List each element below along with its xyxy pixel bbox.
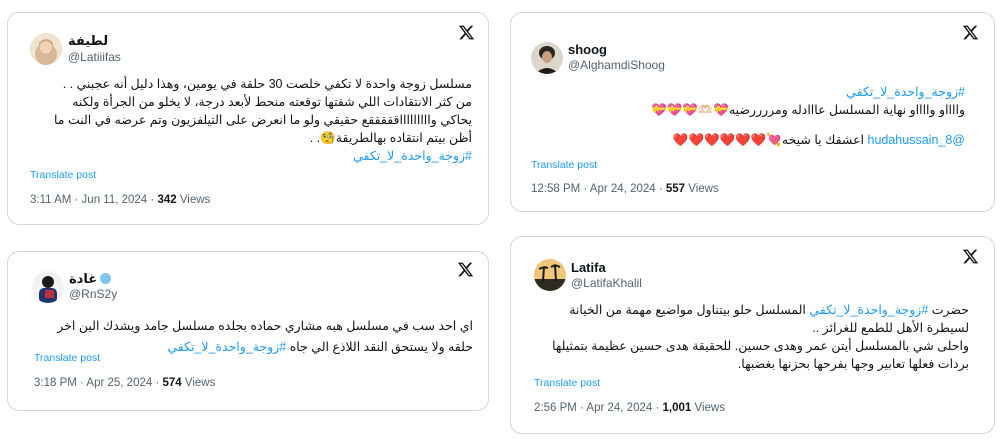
- hearts-emoji: ❤️❤️❤️❤️❤️❤️: [672, 133, 767, 147]
- blue-heart-icon: [100, 273, 112, 284]
- avatar-image: [531, 42, 563, 74]
- x-logo-icon[interactable]: [458, 24, 475, 41]
- post-text-line: واحلى شي بالمسلسل أيتن عمر وهدى حسين. لل…: [552, 339, 969, 353]
- post-text: #زوجة_واحدة_لا_تكفي وااااو وااااو نهاية …: [520, 83, 965, 149]
- user-handle[interactable]: @RnS2y: [69, 287, 117, 301]
- post-text: مسلسل زوجة واحدة لا تكفي خلصت 30 حلقة في…: [17, 75, 472, 165]
- post-meta: 2:56 PM · Apr 24, 2024 · 1,001 Views: [534, 402, 725, 414]
- avatar-image: [534, 259, 566, 291]
- post-text-line: حلقه ولا يستحق النقد اللاذع الي جاه: [289, 340, 473, 354]
- x-logo-icon[interactable]: [962, 24, 979, 41]
- translate-post-link[interactable]: Translate post: [30, 169, 96, 181]
- post-timestamp[interactable]: 2:56 PM · Apr 24, 2024 ·: [534, 402, 663, 414]
- views-count: 342: [157, 194, 177, 206]
- hashtag-link[interactable]: #زوجة_واحدة_لا_تكفي: [846, 85, 965, 99]
- post-text-line: حضرت: [928, 303, 969, 317]
- user-handle[interactable]: @Latiiifas: [68, 50, 121, 64]
- views-label: Views: [176, 194, 211, 206]
- post-card-latifakhalil[interactable]: Latifa @LatifaKhalil حضرت #زوجة_واحدة_لا…: [510, 236, 995, 434]
- post-meta: 3:11 AM · Jun 11, 2024 · 342 Views: [30, 194, 210, 206]
- post-text-line: مسلسل زوجة واحدة لا تكفي خلصت 30 حلقة في…: [62, 77, 472, 91]
- post-text-line: اعشقك يا شيخه💘: [766, 133, 868, 147]
- avatar[interactable]: [30, 33, 62, 65]
- user-handle[interactable]: @AlghamdiShoog: [568, 58, 665, 72]
- post-timestamp[interactable]: 3:11 AM · Jun 11, 2024 ·: [30, 194, 157, 206]
- avatar[interactable]: [534, 259, 566, 291]
- post-timestamp[interactable]: 12:58 PM · Apr 24, 2024 ·: [531, 183, 666, 195]
- post-text-line: أظن بيتم انتقاده بهالطريقة🧐. .: [309, 131, 472, 145]
- post-text-line: من كثر الانتقادات اللي شفتها توقعته منحط…: [72, 95, 472, 109]
- display-name[interactable]: لطيفة: [68, 33, 108, 49]
- post-card-rns2y[interactable]: غادة @RnS2y اي احد سب في مسلسل هبه مشاري…: [7, 251, 489, 411]
- views-label: Views: [181, 377, 216, 389]
- translate-post-link[interactable]: Translate post: [531, 159, 597, 171]
- views-label: Views: [691, 402, 725, 414]
- views-label: Views: [685, 183, 719, 195]
- post-text-line: بردات فعلها تعابير وجها بفرحها بحزنها بغ…: [737, 357, 969, 371]
- post-card-latiiifas[interactable]: لطيفة @Latiiifas مسلسل زوجة واحدة لا تكف…: [7, 12, 489, 225]
- avatar-image: [30, 33, 62, 65]
- post-meta: 3:18 PM · Apr 25, 2024 · 574 Views: [34, 377, 215, 389]
- x-logo-icon[interactable]: [457, 261, 474, 278]
- translate-post-link[interactable]: Translate post: [534, 377, 600, 389]
- post-text-line: لسيطرة الأهل للطمع للغرائز ..: [812, 321, 969, 335]
- avatar-image: [32, 271, 64, 303]
- views-count: 557: [665, 183, 686, 195]
- hashtag-link[interactable]: #زوجة_واحدة_لا_تكفي: [809, 303, 928, 317]
- post-text-line: يحاكي واااااااااقققققع حقيقي ولو ما انعر…: [53, 113, 472, 127]
- display-name[interactable]: غادة: [69, 271, 112, 287]
- post-text-line: وااااو وااااو نهاية المسلسل عااادله ومرر…: [651, 103, 965, 117]
- hashtag-link[interactable]: #زوجة_واحدة_لا_تكفي: [167, 340, 286, 354]
- x-logo-icon[interactable]: [962, 248, 979, 265]
- hashtag-link[interactable]: #زوجة_واحدة_لا_تكفي: [353, 149, 472, 163]
- post-card-alghamdishoog[interactable]: shoog @AlghamdiShoog #زوجة_واحدة_لا_تكفي…: [510, 12, 995, 212]
- display-name[interactable]: Latifa: [571, 260, 606, 275]
- translate-post-link[interactable]: Translate post: [34, 352, 100, 364]
- post-timestamp[interactable]: 3:18 PM · Apr 25, 2024 ·: [34, 377, 163, 389]
- post-text-line: اي احد سب في مسلسل هبه مشاري حماده بجلده…: [57, 319, 473, 333]
- views-count: 1,001: [662, 402, 692, 414]
- mention-link[interactable]: @hudahussain_8: [868, 133, 966, 147]
- avatar[interactable]: [531, 42, 563, 74]
- display-name[interactable]: shoog: [568, 42, 607, 57]
- user-handle[interactable]: @LatifaKhalil: [571, 276, 642, 290]
- post-text: حضرت #زوجة_واحدة_لا_تكفي المسلسل حلو بيت…: [519, 301, 969, 373]
- views-count: 574: [162, 377, 182, 389]
- display-name-text: غادة: [69, 271, 98, 286]
- avatar[interactable]: [32, 271, 64, 303]
- post-meta: 12:58 PM · Apr 24, 2024 · 557 Views: [531, 183, 719, 195]
- post-text-line: المسلسل حلو بيتناول مواضيع مهمة من الخيا…: [569, 303, 810, 317]
